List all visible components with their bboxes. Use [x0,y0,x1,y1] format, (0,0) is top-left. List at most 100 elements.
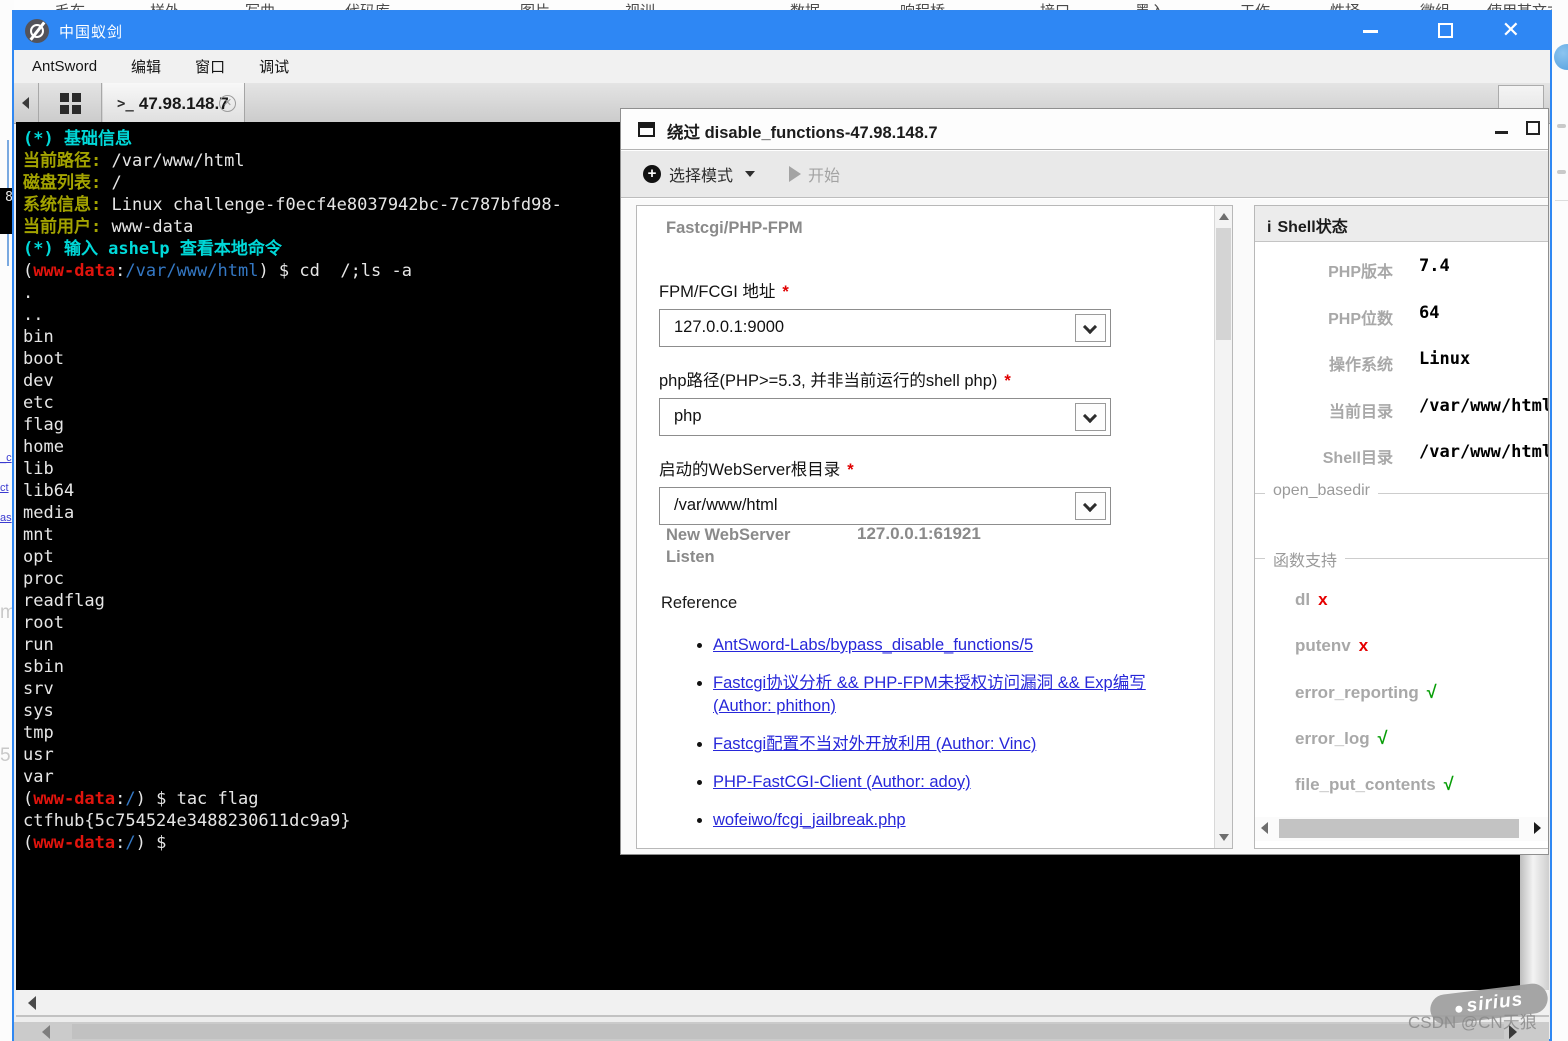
dropdown-arrow-icon[interactable] [1075,314,1106,342]
select-value: 127.0.0.1:9000 [674,318,784,337]
tab-scroll-left-icon[interactable] [22,97,29,109]
select-value: php [674,407,702,426]
function-name: file_put_contents [1295,775,1436,794]
reference-link[interactable]: wofeiwo/fcgi_jailbreak.php [713,811,906,829]
dialog-body: Fastcgi/PHP-FPM FPM/FCGI 地址*127.0.0.1:90… [621,199,1548,855]
reference-link[interactable]: Fastcgi配置不当对外开放利用 (Author: Vinc) [713,735,1036,753]
status-row: PHP版本 7.4 [1255,250,1549,297]
function-support-fieldset: 函数支持 [1255,558,1549,559]
antsword-logo-icon [25,19,49,43]
status-label: PHP版本 [1275,258,1393,282]
status-label: Shell目录 [1275,444,1393,468]
function-name: error_reporting [1295,683,1419,702]
check-icon: √ [1378,728,1388,748]
chevron-down-icon[interactable] [745,171,755,177]
scroll-left-icon[interactable] [42,1025,50,1039]
dialog-titlebar[interactable]: 绕过 disable_functions-47.98.148.7 [621,109,1548,150]
background-fragment [1557,124,1566,128]
window-titlebar: 中国蚁剑 ✕ [14,12,1550,50]
scroll-down-icon[interactable] [1219,834,1229,841]
menu-item-edit[interactable]: 编辑 [131,56,161,77]
tab-grid-button[interactable] [38,83,102,123]
menu-item-antsword[interactable]: AntSword [32,58,97,75]
tab-label: 47.98.148.7 [139,94,229,114]
background-app-icon [1554,44,1568,70]
background-text-fragment: ct [0,482,9,494]
form-vertical-scrollbar[interactable] [1214,206,1232,848]
status-row: PHP位数64 [1255,297,1549,344]
reference-link[interactable]: PHP-FastCGI-Client (Author: adoy) [713,773,971,791]
fpm-form-fields: FPM/FCGI 地址*127.0.0.1:9000php路径(PHP>=5.3… [659,278,1129,545]
scroll-left-icon[interactable] [28,996,36,1010]
terminal-horizontal-scrollbar[interactable] [16,990,1549,1017]
dropdown-arrow-icon[interactable] [1075,403,1106,431]
status-row: Shell目录/var/www/html [1255,436,1549,483]
cross-icon: x [1359,636,1368,655]
reference-link[interactable]: Fastcgi协议分析 && PHP-FPM未授权访问漏洞 && Exp编写 (… [713,674,1146,715]
reference-heading: Reference [661,594,737,613]
info-icon: i [1267,219,1271,236]
status-value: /var/www/html [1419,396,1549,416]
reference-list-item: PHP-FastCGI-Client (Author: adoy) [713,771,1191,794]
cross-icon: x [1318,590,1327,609]
start-button[interactable]: 开始 [808,162,840,186]
function-row: putenvx [1255,626,1549,672]
scroll-right-icon[interactable] [1534,822,1541,834]
window-title: 中国蚁剑 [59,21,123,42]
scroll-left-icon[interactable] [1261,822,1268,834]
required-asterisk: * [782,283,788,301]
background-text-fragment: as [0,512,12,524]
dropdown-arrow-icon[interactable] [1075,492,1106,520]
open-basedir-legend: open_basedir [1265,482,1378,500]
reference-list-item: Fastcgi协议分析 && PHP-FPM未授权访问漏洞 && Exp编写 (… [713,672,1191,718]
function-row: error_reporting √ [1255,672,1549,718]
menu-item-debug[interactable]: 调试 [259,56,289,77]
required-asterisk: * [1004,372,1010,390]
background-text-fragment: _c [0,452,12,464]
function-row: file_put_contents√ [1255,764,1549,810]
background-window-right [1552,0,1568,1041]
select-mode-button[interactable]: 选择模式 [669,162,733,186]
dialog-toolbar: + 选择模式 开始 [621,151,1548,198]
scroll-up-icon[interactable] [1219,213,1229,220]
function-row: error_log√ [1255,718,1549,764]
scrollbar-thumb[interactable] [1216,228,1231,340]
close-button[interactable]: ✕ [1502,17,1520,43]
field-label: FPM/FCGI 地址* [659,278,1129,302]
play-icon [789,166,801,182]
scrollbar-thumb[interactable] [72,1024,1504,1039]
field-select[interactable]: 127.0.0.1:9000 [659,309,1111,347]
csdn-watermark: CSDN @CN天狼 [1408,1008,1537,1033]
menu-item-window[interactable]: 窗口 [195,56,225,77]
field-select[interactable]: php [659,398,1111,436]
function-name: putenv [1295,636,1351,655]
window-horizontal-scrollbar[interactable] [14,1022,1549,1041]
open-basedir-fieldset: open_basedir [1255,493,1549,494]
status-value: 7.4 [1419,256,1450,276]
shell-status-header[interactable]: i Shell状态 [1255,206,1549,242]
dialog-minimize-icon[interactable] [1495,131,1508,134]
fpm-form-panel: Fastcgi/PHP-FPM FPM/FCGI 地址*127.0.0.1:90… [636,205,1233,849]
background-divider [1555,200,1568,201]
field-select[interactable]: /var/www/html [659,487,1111,525]
background-text-fragment: 5 [0,745,11,767]
shell-status-title: Shell状态 [1277,219,1347,236]
tab-close-icon[interactable]: ✕ [219,95,236,112]
status-row: 操作系统 Linux [1255,343,1549,390]
shell-status-panel: iShell状态 PHP版本7.4PHP位数64操作系统Linux当前目录/va… [1254,205,1549,849]
maximize-button[interactable] [1438,23,1453,38]
webserver-listen-value: 127.0.0.1:61921 [857,524,981,544]
status-value: Linux [1419,349,1470,369]
tab-47-98-148-7[interactable]: >_ 47.98.148.7 ✕ [103,83,245,124]
plus-circle-icon: + [643,165,661,183]
bypass-disable-functions-dialog: 绕过 disable_functions-47.98.148.7 + 选择模式 … [620,108,1549,855]
minimize-button[interactable] [1363,30,1378,33]
status-label: 操作系统 [1275,351,1393,375]
status-value: 64 [1419,303,1439,323]
status-horizontal-scrollbar[interactable] [1255,817,1549,841]
reference-link[interactable]: AntSword-Labs/bypass_disable_functions/5 [713,636,1033,654]
dialog-maximize-icon[interactable] [1526,121,1540,135]
scrollbar-thumb[interactable] [1279,819,1519,838]
check-icon: √ [1427,682,1437,702]
menu-bar: AntSword 编辑 窗口 调试 [14,50,1550,83]
